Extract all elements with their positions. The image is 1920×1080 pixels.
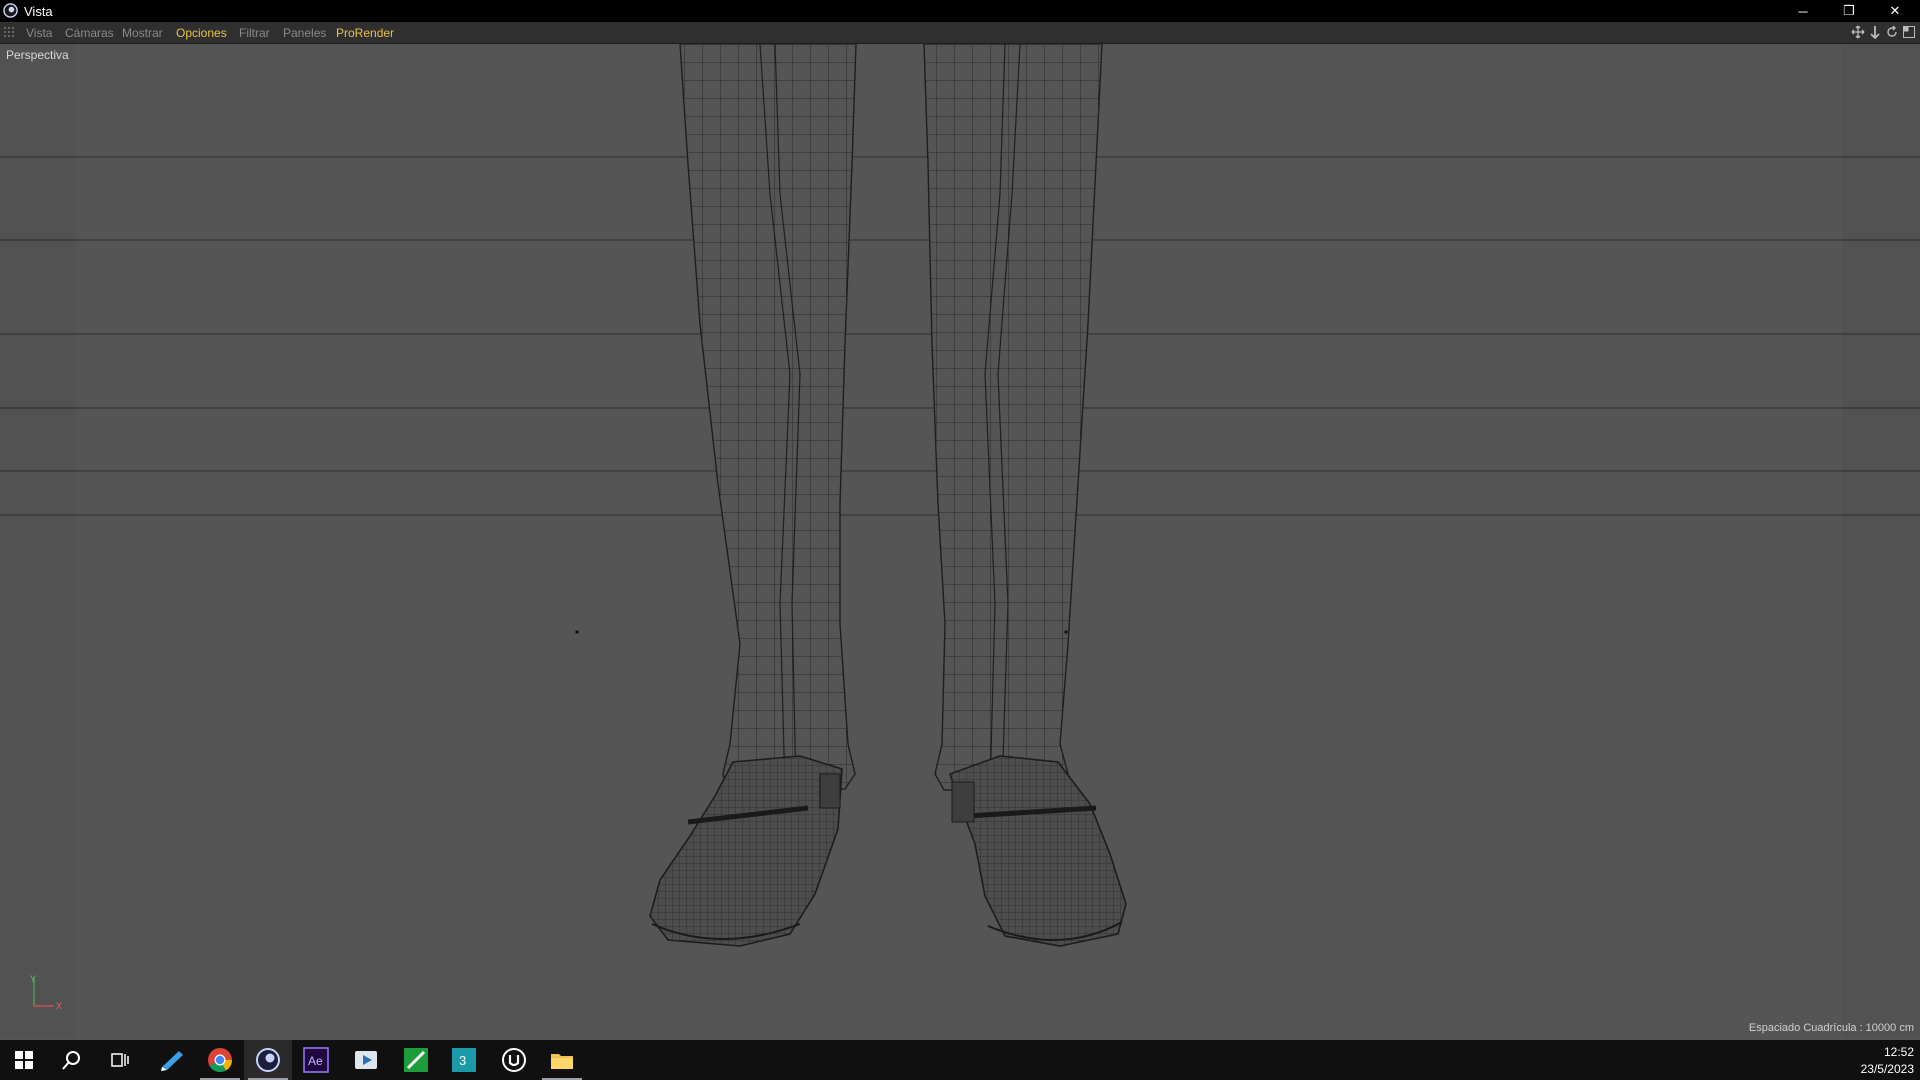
taskbar-unreal-engine[interactable] xyxy=(490,1040,538,1080)
taskbar-green-app[interactable] xyxy=(392,1040,440,1080)
taskbar-pen-app[interactable] xyxy=(148,1040,196,1080)
viewport-canvas: Y X xyxy=(0,44,1920,1038)
3d-viewport[interactable]: Y X Perspectiva Espaciado Cuadrícula : 1… xyxy=(0,44,1920,1038)
search-button[interactable] xyxy=(48,1040,96,1080)
system-clock[interactable]: 12:52 23/5/2023 xyxy=(1861,1044,1914,1078)
minimize-icon: ─ xyxy=(1798,3,1808,19)
cinema4d-icon xyxy=(256,1048,280,1072)
cinema4d-logo-icon xyxy=(3,3,18,18)
vertex-dot xyxy=(575,630,579,634)
taskbar-3dsmax[interactable]: 3 xyxy=(440,1040,488,1080)
restore-icon: ❐ xyxy=(1843,3,1855,18)
axis-x-label: X xyxy=(56,1001,62,1011)
menu-mostrar[interactable]: Mostrar xyxy=(122,26,163,40)
taskbar-chrome[interactable] xyxy=(196,1040,244,1080)
minimize-button[interactable]: ─ xyxy=(1780,0,1826,22)
taskbar-after-effects[interactable]: Ae xyxy=(292,1040,340,1080)
media-player-icon xyxy=(355,1051,377,1069)
close-icon: ✕ xyxy=(1889,3,1901,18)
dolly-view-icon[interactable] xyxy=(1868,25,1882,39)
vertex-dot xyxy=(1064,630,1068,634)
axis-y-label: Y xyxy=(30,974,36,984)
file-explorer-icon xyxy=(551,1054,573,1069)
svg-text:Ae: Ae xyxy=(308,1054,323,1068)
menu-camaras[interactable]: Cámaras xyxy=(65,26,114,40)
viewport-camera-label: Perspectiva xyxy=(6,48,69,62)
menu-opciones[interactable]: Opciones xyxy=(176,26,227,40)
right-leg-wireframe xyxy=(923,44,1103,795)
view-navigation-tools xyxy=(1851,25,1916,39)
pen-app-icon xyxy=(161,1051,183,1071)
left-leg-wireframe xyxy=(679,44,857,795)
right-shoe-wireframe xyxy=(948,755,1127,947)
menu-prorender[interactable]: ProRender xyxy=(336,26,394,40)
svg-text:3: 3 xyxy=(459,1053,466,1068)
menu-vista[interactable]: Vista xyxy=(26,26,52,40)
rotate-view-icon[interactable] xyxy=(1885,25,1899,39)
left-shoe-wireframe xyxy=(649,755,843,947)
chrome-icon xyxy=(208,1048,232,1073)
clock-time: 12:52 xyxy=(1883,1045,1914,1059)
3dsmax-icon: 3 xyxy=(452,1048,476,1072)
restore-button[interactable]: ❐ xyxy=(1826,0,1872,22)
taskbar-cinema4d[interactable] xyxy=(244,1040,292,1080)
toggle-panel-icon[interactable] xyxy=(1902,25,1916,39)
green-app-icon xyxy=(404,1048,428,1072)
menu-paneles[interactable]: Paneles xyxy=(283,26,326,40)
grid-spacing-info: Espaciado Cuadrícula : 10000 cm xyxy=(1748,1022,1914,1034)
start-icon xyxy=(15,1051,33,1069)
viewport-menu-bar: Vista Cámaras Mostrar Opciones Filtrar P… xyxy=(0,22,1920,44)
clock-date: 23/5/2023 xyxy=(1860,1062,1914,1076)
taskbar-media-player[interactable] xyxy=(342,1040,390,1080)
title-bar: Vista ─ ❐ ✕ xyxy=(0,0,1920,22)
unreal-engine-icon xyxy=(502,1048,526,1072)
task-view-icon xyxy=(111,1053,129,1067)
close-button[interactable]: ✕ xyxy=(1872,0,1918,22)
taskbar-file-explorer[interactable] xyxy=(538,1040,586,1080)
move-view-icon[interactable] xyxy=(1851,25,1865,39)
task-view-button[interactable] xyxy=(96,1040,144,1080)
menu-filtrar[interactable]: Filtrar xyxy=(239,26,270,40)
search-icon xyxy=(62,1051,80,1070)
taskbar: Ae 3 12:52 23/5/2023 xyxy=(0,1040,1920,1080)
start-button[interactable] xyxy=(0,1040,48,1080)
after-effects-icon: Ae xyxy=(303,1047,329,1073)
window-title: Vista xyxy=(24,4,53,19)
grip-icon[interactable] xyxy=(4,27,16,39)
